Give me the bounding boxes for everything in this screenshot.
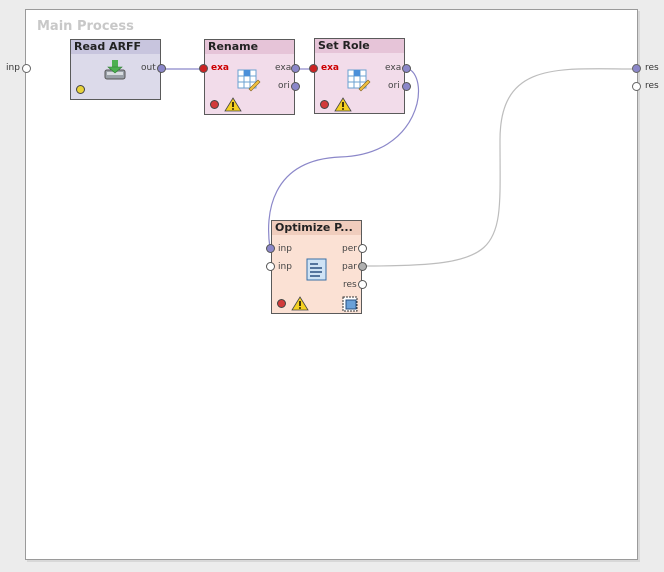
external-result-port-1[interactable] (632, 64, 641, 73)
set-role-ori-port[interactable] (402, 82, 411, 91)
operator-title: Set Role (315, 39, 404, 53)
port-label-ori: ori (388, 81, 400, 91)
optimize-inp-1-port[interactable] (266, 244, 275, 253)
operator-title: Read ARFF (71, 40, 160, 54)
set-role-exa-out-port[interactable] (402, 64, 411, 73)
port-label-exa-in: exa (321, 63, 339, 73)
table-edit-icon (347, 69, 371, 92)
wire-optimize-res (365, 68, 637, 267)
read-arff-out-port[interactable] (157, 64, 166, 73)
optimize-inp-2-port[interactable] (266, 262, 275, 271)
red-status-icon (277, 299, 286, 308)
operator-title: Rename (205, 40, 294, 54)
red-status-icon (210, 100, 219, 109)
external-port-label-res-1: res (645, 63, 659, 73)
port-label-out: out (141, 63, 156, 73)
optimize-res-port[interactable] (358, 280, 367, 289)
operator-read-arff[interactable]: Read ARFF out (70, 39, 161, 100)
table-edit-icon (237, 69, 261, 92)
set-role-exa-in-port[interactable] (309, 64, 318, 73)
operator-set-role[interactable]: Set Role exa exa ori (314, 38, 405, 114)
yellow-status-icon (76, 85, 85, 94)
operator-rename[interactable]: Rename exa exa ori (204, 39, 295, 115)
port-label-ori: ori (278, 81, 290, 91)
external-result-port-2[interactable] (632, 82, 641, 91)
port-label-per: per (342, 244, 357, 254)
subprocess-icon[interactable] (342, 296, 358, 312)
rename-exa-in-port[interactable] (199, 64, 208, 73)
optimize-par-port[interactable] (358, 262, 367, 271)
operator-optimize-parameters[interactable]: Optimize P... inp inp per par res (271, 220, 362, 314)
port-label-exa-out: exa (275, 63, 292, 73)
external-port-label-inp: inp (6, 63, 20, 73)
operator-title: Optimize P... (272, 221, 361, 235)
rename-ori-port[interactable] (291, 82, 300, 91)
external-input-port[interactable] (22, 64, 31, 73)
port-label-par: par (342, 262, 357, 272)
port-label-exa-out: exa (385, 63, 402, 73)
port-label-inp-1: inp (278, 244, 292, 254)
external-port-label-res-2: res (645, 81, 659, 91)
port-label-exa-in: exa (211, 63, 229, 73)
port-label-inp-2: inp (278, 262, 292, 272)
port-label-res: res (343, 280, 357, 290)
warning-icon (291, 296, 309, 311)
document-list-icon (306, 258, 327, 281)
rename-exa-out-port[interactable] (291, 64, 300, 73)
red-status-icon (320, 100, 329, 109)
warning-icon (334, 97, 352, 112)
optimize-per-port[interactable] (358, 244, 367, 253)
database-import-icon (104, 60, 126, 80)
warning-icon (224, 97, 242, 112)
